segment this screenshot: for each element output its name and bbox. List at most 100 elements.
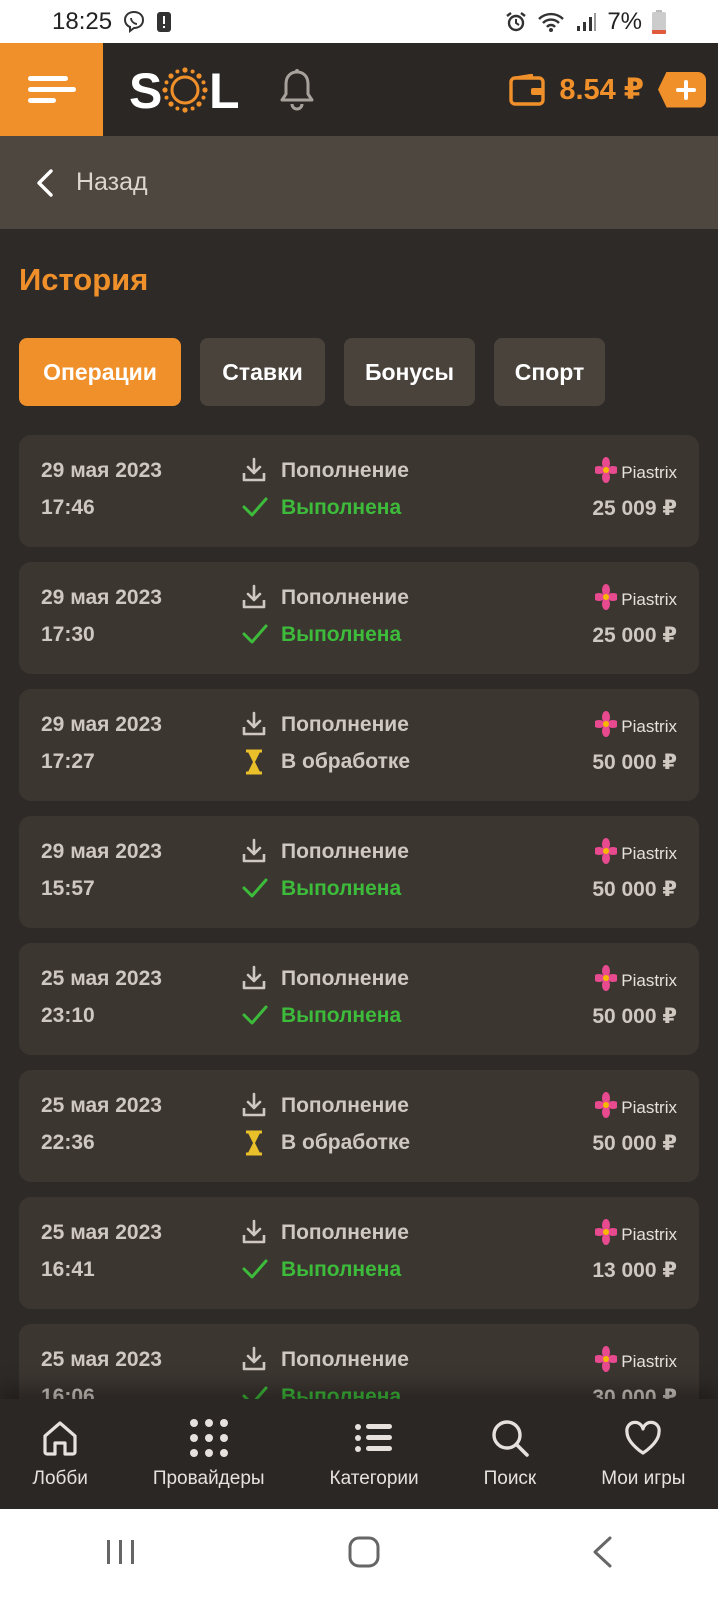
check-icon <box>241 1384 269 1399</box>
sol-logo-icon: S L <box>129 63 239 118</box>
svg-text:S: S <box>129 63 162 118</box>
nav-label: Мои игры <box>601 1468 686 1489</box>
notifications-button[interactable] <box>279 68 315 112</box>
balance-widget[interactable]: 8.54 ₽ <box>509 71 706 108</box>
status-bar: 18:25 7% <box>0 0 718 43</box>
piastrix-flower-icon <box>593 838 620 869</box>
nav-lobby[interactable]: Лобби <box>32 1418 88 1490</box>
piastrix-flower-icon <box>593 965 620 996</box>
back-nav-icon[interactable] <box>590 1535 614 1574</box>
transaction-amount: 30 000 ₽ <box>592 1386 677 1399</box>
transaction-time: 17:30 <box>41 623 95 646</box>
transaction-card[interactable]: 29 мая 2023 17:27 Пополнение В обработке Pia… <box>19 689 699 801</box>
transaction-status: Выполнена <box>281 1385 402 1399</box>
download-icon <box>241 965 267 996</box>
nav-search[interactable]: Поиск <box>483 1418 537 1490</box>
transaction-amount: 13 000 ₽ <box>592 1259 677 1282</box>
transaction-card[interactable]: 29 мая 2023 17:30 Пополнение Выполнена Piast… <box>19 562 699 674</box>
piastrix-flower-icon <box>593 457 620 488</box>
transaction-list[interactable]: 29 мая 2023 17:46 Пополнение Выполнена Piast… <box>19 435 699 1399</box>
home-button-icon[interactable] <box>347 1535 381 1574</box>
nav-providers[interactable]: Провайдеры <box>153 1418 265 1490</box>
piastrix-flower-icon <box>593 1346 620 1377</box>
transaction-time: 16:41 <box>41 1258 95 1281</box>
transaction-amount: 50 000 ₽ <box>592 1005 677 1028</box>
transaction-time: 23:10 <box>41 1004 95 1027</box>
deposit-button[interactable] <box>658 71 706 108</box>
tab-sport[interactable]: Спорт <box>494 338 605 406</box>
transaction-time: 17:46 <box>41 496 95 519</box>
transaction-status: Выполнена <box>281 623 402 646</box>
alert-icon <box>156 11 172 33</box>
payment-provider: Piastrix <box>593 1092 677 1123</box>
nav-my-games[interactable]: Мои игры <box>601 1418 685 1490</box>
transaction-card[interactable]: 29 мая 2023 17:46 Пополнение Выполнена Piast… <box>19 435 699 547</box>
recent-apps-icon[interactable] <box>104 1537 138 1572</box>
hourglass-icon <box>241 749 267 780</box>
tab-operations[interactable]: Операции <box>19 338 181 406</box>
transaction-status: Выполнена <box>281 1004 402 1027</box>
transaction-card[interactable]: 29 мая 2023 15:57 Пополнение Выполнена Piast… <box>19 816 699 928</box>
transaction-type: Пополнение <box>281 1094 409 1117</box>
app-header: S L 8.54 ₽ <box>0 43 718 136</box>
payment-provider: Piastrix <box>593 457 677 488</box>
back-label: Назад <box>76 168 148 196</box>
signal-icon <box>575 11 597 33</box>
tab-bets[interactable]: Ставки <box>200 338 325 406</box>
nav-categories[interactable]: Категории <box>330 1418 419 1490</box>
check-icon <box>241 876 269 905</box>
alarm-icon <box>505 11 527 33</box>
battery-icon <box>652 9 666 34</box>
nav-label: Поиск <box>483 1468 537 1489</box>
back-button[interactable]: Назад <box>0 136 718 229</box>
wifi-icon <box>537 11 565 33</box>
provider-name: Piastrix <box>621 1224 677 1244</box>
check-icon <box>241 495 269 524</box>
menu-button[interactable] <box>0 43 103 136</box>
tab-bonuses[interactable]: Бонусы <box>344 338 475 406</box>
transaction-card[interactable]: 25 мая 2023 22:36 Пополнение В обработке Pia… <box>19 1070 699 1182</box>
transaction-type: Пополнение <box>281 586 409 609</box>
provider-name: Piastrix <box>621 1097 677 1117</box>
piastrix-flower-icon <box>593 584 620 615</box>
svg-text:L: L <box>209 63 239 118</box>
hourglass-icon <box>241 1130 267 1161</box>
download-icon <box>241 838 267 869</box>
list-icon <box>355 1424 393 1452</box>
history-tabs: Операции Ставки Бонусы Спорт <box>19 338 605 406</box>
download-icon <box>241 1346 267 1377</box>
transaction-card[interactable]: 25 мая 2023 16:41 Пополнение Выполнена Piast… <box>19 1197 699 1309</box>
transaction-amount: 50 000 ₽ <box>592 751 677 774</box>
payment-provider: Piastrix <box>593 838 677 869</box>
plus-icon <box>676 79 696 100</box>
transaction-card[interactable]: 25 мая 2023 23:10 Пополнение Выполнена Piast… <box>19 943 699 1055</box>
payment-provider: Piastrix <box>593 1219 677 1250</box>
wallet-icon <box>509 73 546 106</box>
download-icon <box>241 1092 267 1123</box>
provider-name: Piastrix <box>621 970 677 990</box>
transaction-time: 17:27 <box>41 750 95 773</box>
payment-provider: Piastrix <box>593 584 677 615</box>
transaction-status: Выполнена <box>281 496 402 519</box>
balance-amount: 8.54 ₽ <box>559 74 644 106</box>
download-icon <box>241 711 267 742</box>
transaction-date: 29 мая 2023 <box>41 713 162 736</box>
page-title: История <box>19 262 149 297</box>
bottom-nav: Лобби Провайдеры Категории Поиск Мои игр… <box>0 1399 718 1509</box>
logo[interactable]: S L <box>129 43 239 136</box>
download-icon <box>241 1219 267 1250</box>
transaction-date: 29 мая 2023 <box>41 459 162 482</box>
transaction-amount: 50 000 ₽ <box>592 1132 677 1155</box>
transaction-status: В обработке <box>281 1131 411 1154</box>
provider-name: Piastrix <box>621 462 677 482</box>
transaction-card[interactable]: 25 мая 2023 16:06 Пополнение Выполнена Piast… <box>19 1324 699 1399</box>
bell-icon <box>280 68 314 110</box>
transaction-time: 15:57 <box>41 877 95 900</box>
battery-percent: 7% <box>607 7 642 35</box>
check-icon <box>241 1003 269 1032</box>
transaction-date: 25 мая 2023 <box>41 1094 162 1117</box>
transaction-type: Пополнение <box>281 713 409 736</box>
payment-provider: Piastrix <box>593 965 677 996</box>
transaction-status: В обработке <box>281 750 411 773</box>
search-icon <box>492 1420 529 1457</box>
